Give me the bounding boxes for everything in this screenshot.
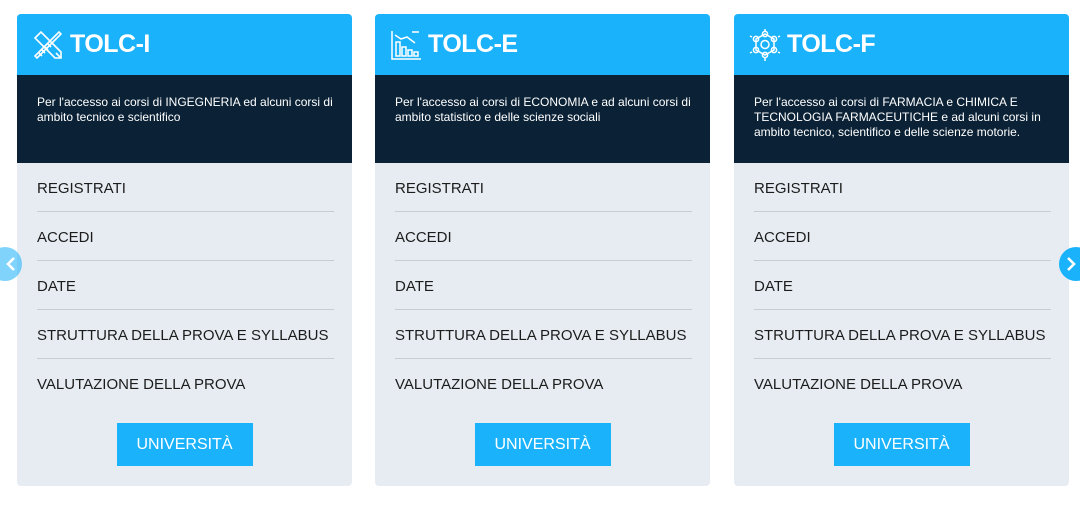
card-tolc-e: TOLC-E Per l'accesso ai corsi di ECONOMI…: [375, 14, 710, 486]
card-menu: REGISTRATI ACCEDI DATE STRUTTURA DELLA P…: [375, 163, 710, 408]
card-title: TOLC-F: [787, 30, 876, 58]
menu-item-accedi[interactable]: ACCEDI: [37, 212, 334, 261]
card-description: Per l'accesso ai corsi di ECONOMIA e ad …: [375, 75, 710, 163]
universita-button[interactable]: UNIVERSITÀ: [474, 423, 611, 466]
chevron-right-icon: [1067, 257, 1076, 271]
menu-item-date[interactable]: DATE: [37, 261, 334, 310]
menu-item-accedi[interactable]: ACCEDI: [395, 212, 692, 261]
menu-item-valutazione[interactable]: VALUTAZIONE DELLA PROVA: [754, 359, 1051, 408]
menu-item-date[interactable]: DATE: [395, 261, 692, 310]
carousel: TOLC-I Per l'accesso ai corsi di INGEGNE…: [0, 0, 1080, 508]
card-tolc-f: TOLC-F Per l'accesso ai corsi di FARMACI…: [734, 14, 1069, 486]
menu-item-valutazione[interactable]: VALUTAZIONE DELLA PROVA: [37, 359, 334, 408]
menu-item-date[interactable]: DATE: [754, 261, 1051, 310]
menu-item-valutazione[interactable]: VALUTAZIONE DELLA PROVA: [395, 359, 692, 408]
card-menu: REGISTRATI ACCEDI DATE STRUTTURA DELLA P…: [17, 163, 352, 408]
card-description: Per l'accesso ai corsi di INGEGNERIA ed …: [17, 75, 352, 163]
bar-chart-icon: [388, 27, 424, 63]
menu-item-registrati[interactable]: REGISTRATI: [395, 163, 692, 212]
universita-button[interactable]: UNIVERSITÀ: [116, 423, 253, 466]
molecule-icon: [747, 27, 783, 63]
menu-item-struttura[interactable]: STRUTTURA DELLA PROVA E SYLLABUS: [37, 310, 334, 359]
card-header: TOLC-F: [734, 14, 1069, 75]
menu-item-registrati[interactable]: REGISTRATI: [754, 163, 1051, 212]
universita-button[interactable]: UNIVERSITÀ: [833, 423, 970, 466]
chevron-left-icon: [6, 257, 15, 271]
menu-item-registrati[interactable]: REGISTRATI: [37, 163, 334, 212]
card-header: TOLC-E: [375, 14, 710, 75]
card-title: TOLC-I: [70, 30, 150, 58]
card-title: TOLC-E: [428, 30, 518, 58]
menu-item-struttura[interactable]: STRUTTURA DELLA PROVA E SYLLABUS: [754, 310, 1051, 359]
card-tolc-i: TOLC-I Per l'accesso ai corsi di INGEGNE…: [17, 14, 352, 486]
card-description: Per l'accesso ai corsi di FARMACIA e CHI…: [734, 75, 1069, 163]
menu-item-struttura[interactable]: STRUTTURA DELLA PROVA E SYLLABUS: [395, 310, 692, 359]
tools-icon: [30, 27, 66, 63]
menu-item-accedi[interactable]: ACCEDI: [754, 212, 1051, 261]
card-header: TOLC-I: [17, 14, 352, 75]
card-menu: REGISTRATI ACCEDI DATE STRUTTURA DELLA P…: [734, 163, 1069, 408]
